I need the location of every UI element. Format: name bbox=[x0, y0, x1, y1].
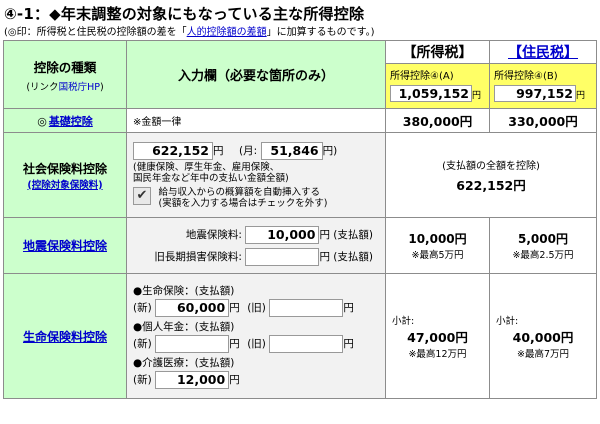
header-deduction-type: 控除の種類 (リンク国税庁HP) bbox=[3, 40, 127, 109]
resident-total-value: 997,152 bbox=[494, 85, 576, 102]
income-total-value: 1,059,152 bbox=[390, 85, 472, 102]
earthquake-premium-field[interactable]: 10,000 bbox=[245, 225, 320, 244]
social-insurance-sublink[interactable]: (控除対象保険料) bbox=[27, 180, 102, 191]
basic-resident-value: 330,000円 bbox=[489, 108, 597, 133]
basic-deduction-link[interactable]: 基礎控除 bbox=[49, 115, 93, 128]
life-insurance-label: 生命保険料控除 bbox=[3, 273, 127, 399]
auto-insert-checkbox[interactable]: ✔ bbox=[133, 186, 151, 205]
page-title: ④-1：◆年末調整の対象にもなっている主な所得控除 bbox=[4, 5, 365, 23]
earthquake-insurance-label: 地震保険料控除 bbox=[3, 217, 127, 274]
life-new-field[interactable]: 60,000 bbox=[155, 299, 230, 317]
care-new-field[interactable]: 12,000 bbox=[155, 371, 230, 389]
basic-deduction-label: ◎ 基礎控除 bbox=[3, 108, 127, 133]
resident-total-cell: 所得控除④(B) 997,152 円 bbox=[489, 63, 597, 109]
old-long-term-premium-field[interactable] bbox=[245, 247, 320, 266]
earthquake-income-cell: 10,000円 ※最高5万円 bbox=[385, 217, 490, 274]
note-after: 」に加算するものです。) bbox=[266, 27, 375, 38]
life-old-field[interactable] bbox=[269, 299, 344, 317]
pension-new-field[interactable] bbox=[155, 335, 230, 353]
earthquake-insurance-link[interactable]: 地震保険料控除 bbox=[23, 239, 107, 253]
header-income-tax: 【所得税】 bbox=[385, 40, 490, 64]
social-result-cell: (支払額の全額を控除) 622,152円 bbox=[385, 132, 597, 218]
life-income-cell: 小計: 47,000円 ※最高12万円 bbox=[385, 273, 490, 399]
life-resident-cell: 小計: 40,000円 ※最高7万円 bbox=[489, 273, 597, 399]
nta-hp-link[interactable]: 国税庁HP bbox=[59, 82, 100, 93]
basic-deduction-note: ※金額一律 bbox=[126, 108, 386, 133]
social-monthly-field[interactable]: 51,846 bbox=[260, 141, 323, 160]
header-resident-tax: 【住民税】 bbox=[489, 40, 597, 64]
social-insurance-input: 622,152 円 (月: 51,846 円) (健康保険、厚生年金、雇用保険、 国… bbox=[126, 132, 386, 218]
header-input-column: 入力欄（必要な箇所のみ） bbox=[126, 40, 386, 109]
note-before: (◎印：所得税と住民税の控除額の差を「 bbox=[4, 27, 187, 38]
life-income-value: 47,000円 bbox=[407, 329, 468, 345]
basic-income-value: 380,000円 bbox=[385, 108, 490, 133]
social-insurance-label: 社会保険料控除 (控除対象保険料) bbox=[3, 132, 127, 218]
life-insurance-link[interactable]: 生命保険料控除 bbox=[23, 330, 107, 344]
deduction-table: 控除の種類 (リンク国税庁HP) 入力欄（必要な箇所のみ） 【所得税】 【住民税… bbox=[3, 40, 597, 399]
circle-mark-icon: ◎ bbox=[37, 114, 47, 128]
note-text: (◎印：所得税と住民税の控除額の差を「人的控除額の差額」に加算するものです。) bbox=[4, 23, 375, 38]
social-amount-field[interactable]: 622,152 bbox=[133, 141, 213, 160]
life-insurance-input: ●生命保険：(支払額) (新) 60,000 円 (旧) 円 ●個人年金：(支払額… bbox=[126, 273, 386, 399]
income-total-cell: 所得控除④(A) 1,059,152 円 bbox=[385, 63, 490, 109]
resident-tax-link[interactable]: 【住民税】 bbox=[508, 45, 578, 61]
earthquake-input: 地震保険料: 10,000 円 (支払額) 旧長期損害保険料: 円 (支払額) bbox=[126, 217, 386, 274]
earthquake-resident-cell: 5,000円 ※最高2.5万円 bbox=[489, 217, 597, 274]
social-result-value: 622,152円 bbox=[456, 177, 526, 193]
personal-deduction-diff-link[interactable]: 人的控除額の差額 bbox=[187, 27, 267, 38]
life-resident-value: 40,000円 bbox=[512, 329, 574, 345]
pension-old-field[interactable] bbox=[269, 335, 344, 353]
